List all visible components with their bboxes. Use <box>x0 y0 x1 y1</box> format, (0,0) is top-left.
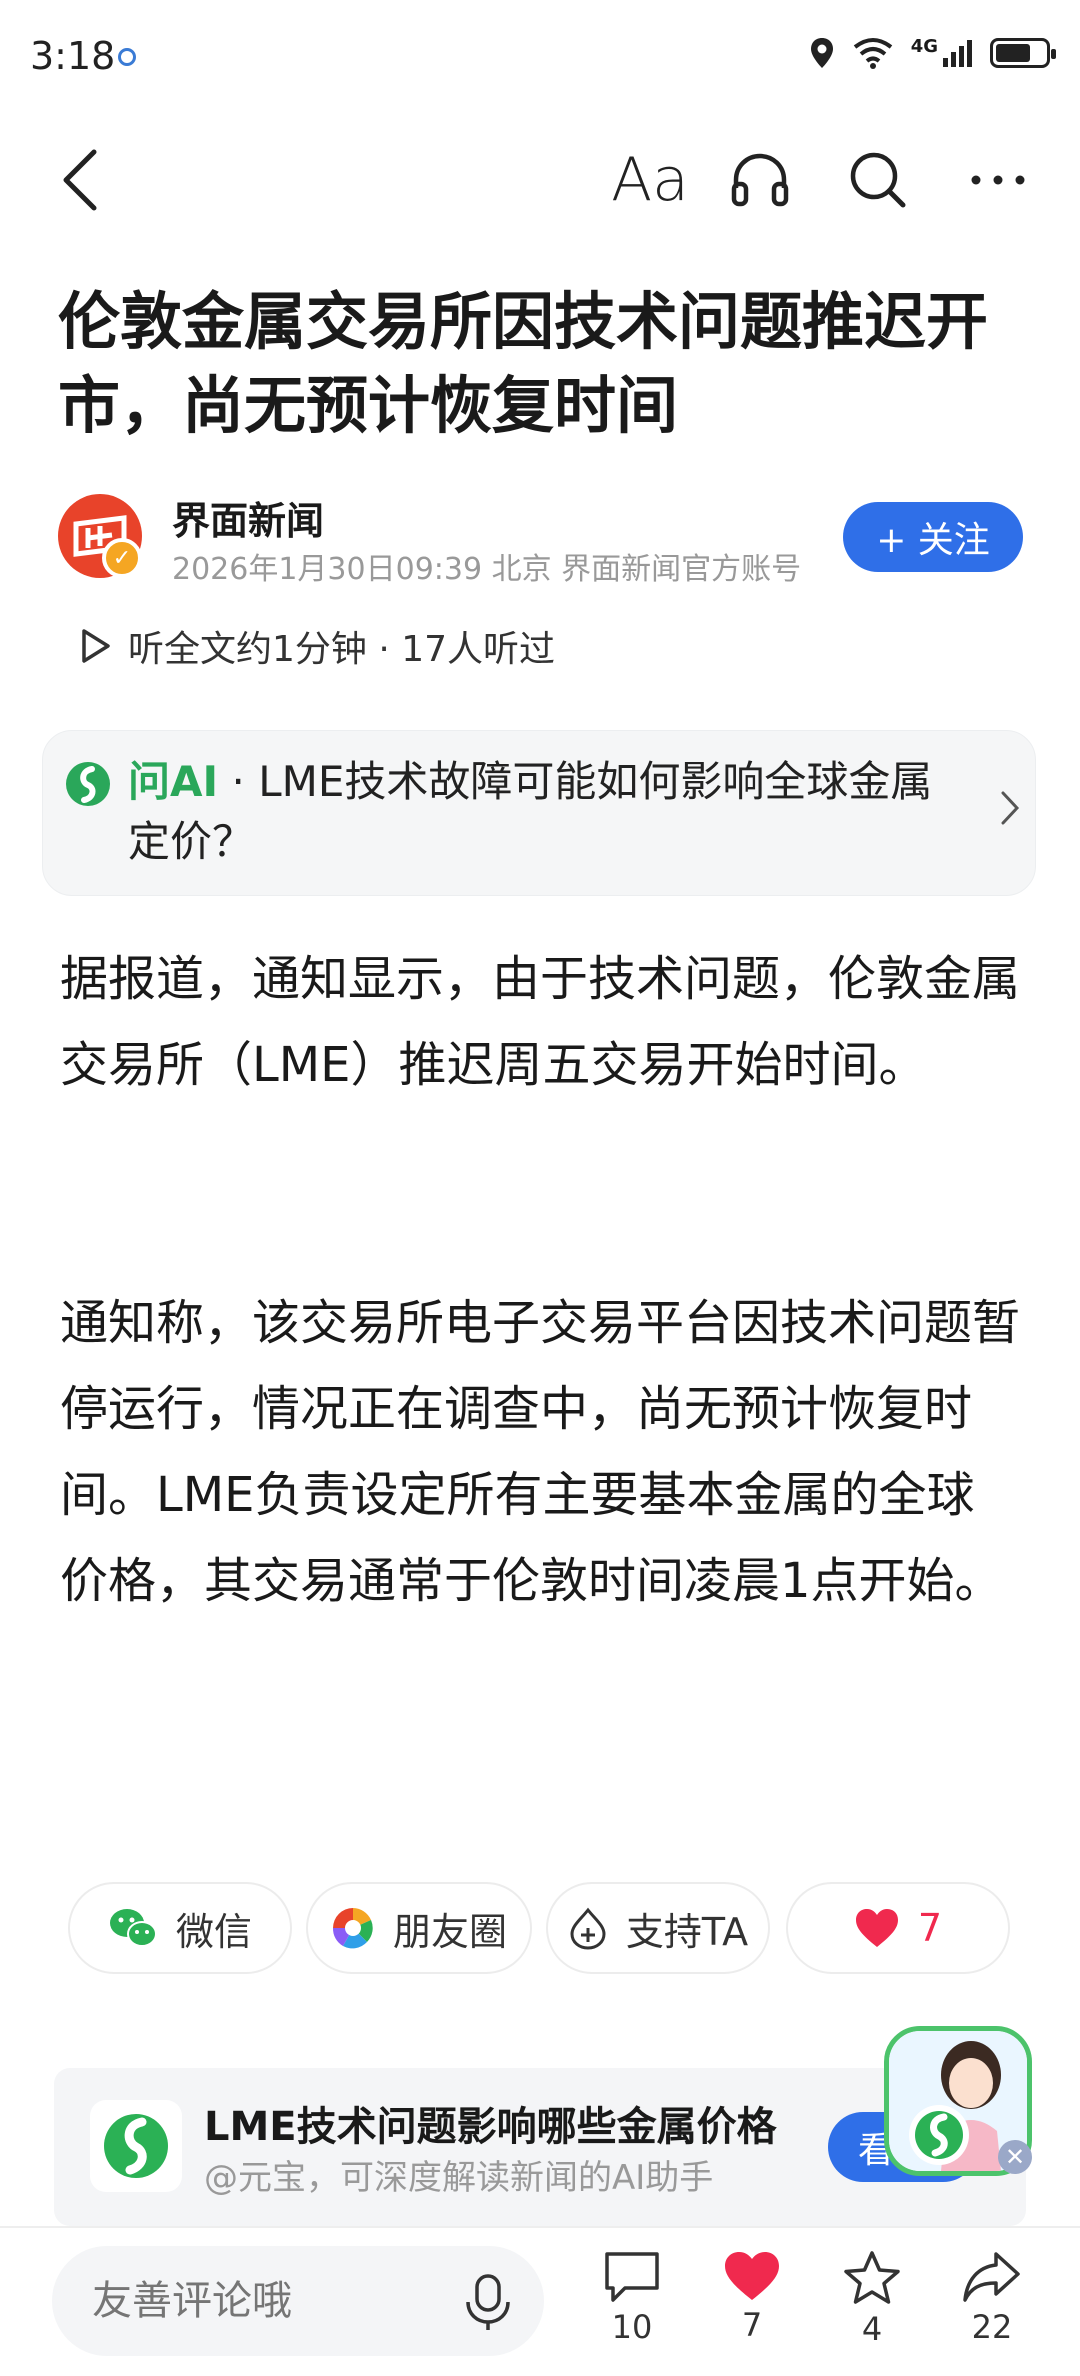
like-count: 7 <box>917 1906 943 1950</box>
status-time: 3:18 <box>30 34 116 78</box>
follow-button[interactable]: + 关注 <box>843 502 1023 572</box>
listen-full-article[interactable]: 听全文约1分钟 · 17人听过 <box>80 620 555 672</box>
wifi-icon <box>853 38 892 69</box>
promo-title: LME技术问题影响哪些金属价格 <box>204 2104 777 2150</box>
comment-icon <box>605 2252 659 2302</box>
support-author-button[interactable]: 支持TA <box>546 1882 770 1974</box>
bottom-divider <box>0 2226 1080 2228</box>
support-icon <box>570 1907 606 1950</box>
ai-question-text: · LME技术故障可能如何影响全球金属定价？ <box>128 757 933 866</box>
ai-label: 问AI <box>128 757 219 806</box>
share-moments-label: 朋友圈 <box>392 1909 507 1954</box>
back-button[interactable] <box>40 140 120 220</box>
favorite-count: 4 <box>861 2310 883 2348</box>
font-size-label: Aa <box>611 145 689 215</box>
ai-question: 问AI · LME技术故障可能如何影响全球金属定价？ <box>128 752 948 872</box>
publish-info: 2026年1月30日09:39 北京 界面新闻官方账号 <box>172 552 802 587</box>
like-bar-button[interactable]: 7 <box>702 2250 802 2344</box>
play-icon <box>82 629 110 663</box>
moments-icon <box>332 1908 373 1949</box>
search-button[interactable] <box>838 140 918 220</box>
author-name[interactable]: 界面新闻 <box>172 490 324 545</box>
share-wechat-button[interactable]: 微信 <box>68 1882 292 1974</box>
heart-icon <box>855 1909 898 1947</box>
paragraph-2: 通知称，该交易所电子交易平台因技术问题暂停运行，情况正在调查中，尚无预计恢复时间… <box>60 1295 1021 1609</box>
listen-text: 听全文约1分钟 · 17人听过 <box>128 629 556 670</box>
share-arrow-icon <box>963 2252 1020 2302</box>
voice-input-button[interactable] <box>460 2272 516 2332</box>
verified-badge-icon: ✓ <box>102 538 142 578</box>
share-count: 22 <box>971 2308 1013 2346</box>
more-button[interactable] <box>958 140 1038 220</box>
promo-subtitle: @元宝，可深度解读新闻的AI助手 <box>204 2158 714 2198</box>
location-icon <box>810 38 833 68</box>
support-label: 支持TA <box>625 1909 749 1954</box>
heart-filled-icon <box>725 2252 779 2300</box>
yuanbao-logo-icon <box>64 760 112 808</box>
listen-button[interactable] <box>720 140 800 220</box>
close-mascot-icon[interactable]: ✕ <box>998 2140 1032 2174</box>
network-type: 4G <box>910 36 938 57</box>
star-icon <box>844 2251 900 2304</box>
font-size-button[interactable]: Aa <box>600 140 700 220</box>
comment-count: 10 <box>611 2308 653 2346</box>
chevron-left-icon <box>63 149 97 211</box>
yuanbao-logo-icon <box>104 2114 168 2178</box>
article-title: 伦敦金属交易所因技术问题推迟开市，尚无预计恢复时间 <box>58 285 989 442</box>
battery-icon <box>990 38 1056 68</box>
share-moments-button[interactable]: 朋友圈 <box>306 1882 532 1974</box>
share-wechat-label: 微信 <box>175 1909 252 1954</box>
favorite-button[interactable]: 4 <box>822 2250 922 2348</box>
paragraph-1: 据报道，通知显示，由于技术问题，伦敦金属交易所（LME）推迟周五交易开始时间。 <box>60 951 1021 1093</box>
bar-like-count: 7 <box>741 2306 763 2344</box>
chevron-right-icon <box>1000 790 1020 830</box>
signal-icon <box>943 40 972 67</box>
share-button[interactable]: 22 <box>942 2250 1042 2346</box>
wechat-icon <box>109 1909 157 1947</box>
headphones-icon <box>731 153 789 207</box>
microphone-icon <box>466 2274 510 2330</box>
status-icons: 4G <box>809 36 1056 70</box>
comments-button[interactable]: 10 <box>582 2250 682 2346</box>
search-icon <box>850 152 906 208</box>
more-icon <box>971 175 1025 185</box>
like-button[interactable]: 7 <box>786 1882 1010 1974</box>
yuanbao-app-logo <box>90 2100 182 2192</box>
notification-dot-icon <box>118 48 136 66</box>
